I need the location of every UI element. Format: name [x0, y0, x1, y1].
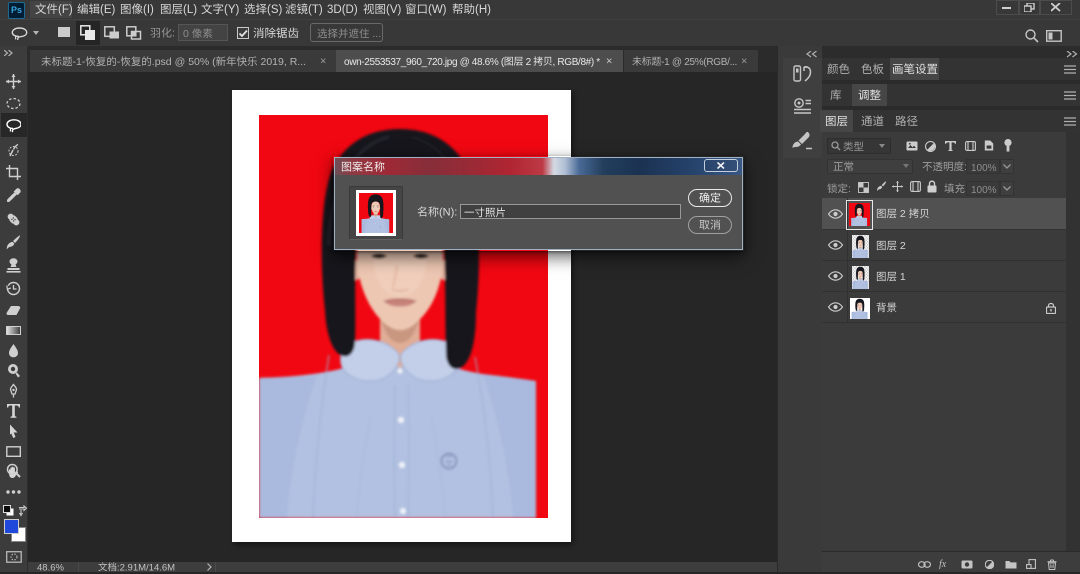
svg-text:-1-: -1-	[73, 56, 86, 68]
svg-text:...: ...	[372, 28, 381, 40]
svg-text:RGB/8#): RGB/8#)	[557, 57, 593, 68]
svg-text::2.91M/14.6M: :2.91M/14.6M	[117, 562, 175, 573]
svg-text:×: ×	[606, 56, 612, 68]
svg-text:×: ×	[320, 56, 326, 68]
svg-text:2: 2	[900, 240, 906, 252]
svg-text:fx: fx	[939, 559, 947, 569]
svg-text:@: @	[672, 57, 682, 68]
svg-text:(L): (L)	[183, 4, 197, 16]
svg-text:(N):: (N):	[439, 207, 457, 219]
svg-text:(T): (T)	[308, 4, 323, 16]
svg-text:100%: 100%	[971, 162, 997, 173]
svg-text:,: ,	[553, 57, 555, 68]
svg-text:-1: -1	[661, 57, 670, 68]
svg-text:25%(RGB/...: 25%(RGB/...	[684, 57, 737, 68]
svg-text:×: ×	[741, 56, 747, 68]
svg-text:@: @	[175, 56, 186, 68]
svg-text:(V): (V)	[386, 4, 402, 16]
svg-text:1: 1	[900, 271, 906, 283]
svg-text:3D(D): 3D(D)	[327, 4, 358, 16]
svg-text:2: 2	[526, 57, 532, 68]
svg-text:own-2553537_960_720.jpg: own-2553537_960_720.jpg	[344, 57, 457, 68]
svg-text:(Y): (Y)	[224, 4, 240, 16]
svg-text:(F): (F)	[58, 4, 73, 16]
svg-text:(: (	[501, 57, 505, 68]
svg-text:(W): (W)	[428, 4, 447, 16]
svg-text:2: 2	[900, 208, 906, 220]
svg-text:(E): (E)	[100, 4, 116, 16]
svg-text:48.6%: 48.6%	[37, 562, 64, 573]
svg-text:-: -	[117, 56, 121, 68]
svg-text:100%: 100%	[971, 184, 997, 195]
svg-text:R...: R...	[290, 56, 306, 68]
svg-text:.psd: .psd	[152, 56, 172, 68]
svg-text:2019,: 2019,	[261, 56, 287, 68]
svg-text:0: 0	[183, 28, 189, 40]
svg-text:48.6%: 48.6%	[472, 57, 499, 68]
svg-text::: :	[848, 183, 851, 195]
svg-text:(S): (S)	[267, 4, 283, 16]
svg-text:(: (	[212, 56, 216, 68]
svg-text:50%: 50%	[188, 56, 209, 68]
svg-text:(I): (I)	[143, 4, 154, 16]
svg-text::: :	[172, 28, 175, 40]
svg-text:*: *	[596, 57, 600, 68]
svg-text:@: @	[460, 57, 470, 68]
svg-text:(H): (H)	[475, 4, 491, 16]
